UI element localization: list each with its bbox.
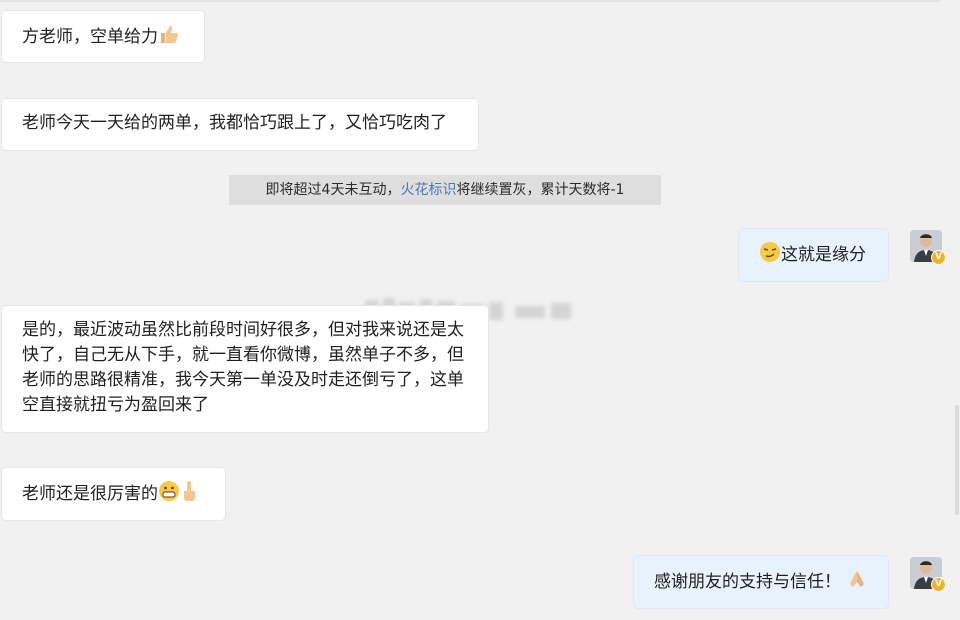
- avatar[interactable]: V: [910, 230, 946, 265]
- message-text: 是的，最近波动虽然比前段时间好很多，但对我来说还是太快了，自己无从下手，就一直看…: [22, 320, 464, 415]
- message-text: 方老师，空单给力: [22, 27, 158, 47]
- spark-link[interactable]: 火花标识: [400, 182, 456, 198]
- praying-hands-icon: [846, 568, 868, 598]
- message-bubble-left[interactable]: 老师今天一天给的两单，我都恰巧跟上了，又恰巧吃肉了: [1, 98, 479, 151]
- verified-badge-icon: V: [931, 250, 946, 265]
- message-text: 老师今天一天给的两单，我都恰巧跟上了，又恰巧吃肉了: [22, 113, 447, 133]
- pointing-hand-icon: [180, 480, 198, 510]
- top-divider: [0, 0, 940, 2]
- scrollbar[interactable]: [955, 405, 959, 515]
- message-bubble-left[interactable]: 是的，最近波动虽然比前段时间好很多，但对我来说还是太快了，自己无从下手，就一直看…: [1, 305, 489, 433]
- system-notice-text: 即将超过4天未互动，: [265, 182, 401, 198]
- message-text: 这就是缘分: [781, 245, 866, 265]
- message-bubble-right[interactable]: 这就是缘分: [738, 228, 889, 282]
- message-bubble-right[interactable]: 感谢朋友的支持与信任！: [633, 555, 889, 609]
- avatar[interactable]: V: [910, 557, 946, 592]
- message-bubble-left[interactable]: 方老师，空单给力: [1, 10, 205, 63]
- message-text: 感谢朋友的支持与信任！: [654, 572, 841, 592]
- verified-badge-icon: V: [931, 577, 946, 592]
- system-notice-text: 将继续置灰，累计天数将-1: [456, 182, 625, 198]
- thumbs-up-icon: [158, 23, 180, 53]
- smirk-face-icon: [759, 241, 781, 271]
- system-notice: 即将超过4天未互动，火花标识将继续置灰，累计天数将-1: [229, 175, 661, 205]
- grin-face-icon: [158, 480, 180, 510]
- message-text: 老师还是很厉害的: [22, 484, 158, 504]
- message-bubble-left[interactable]: 老师还是很厉害的: [1, 467, 226, 521]
